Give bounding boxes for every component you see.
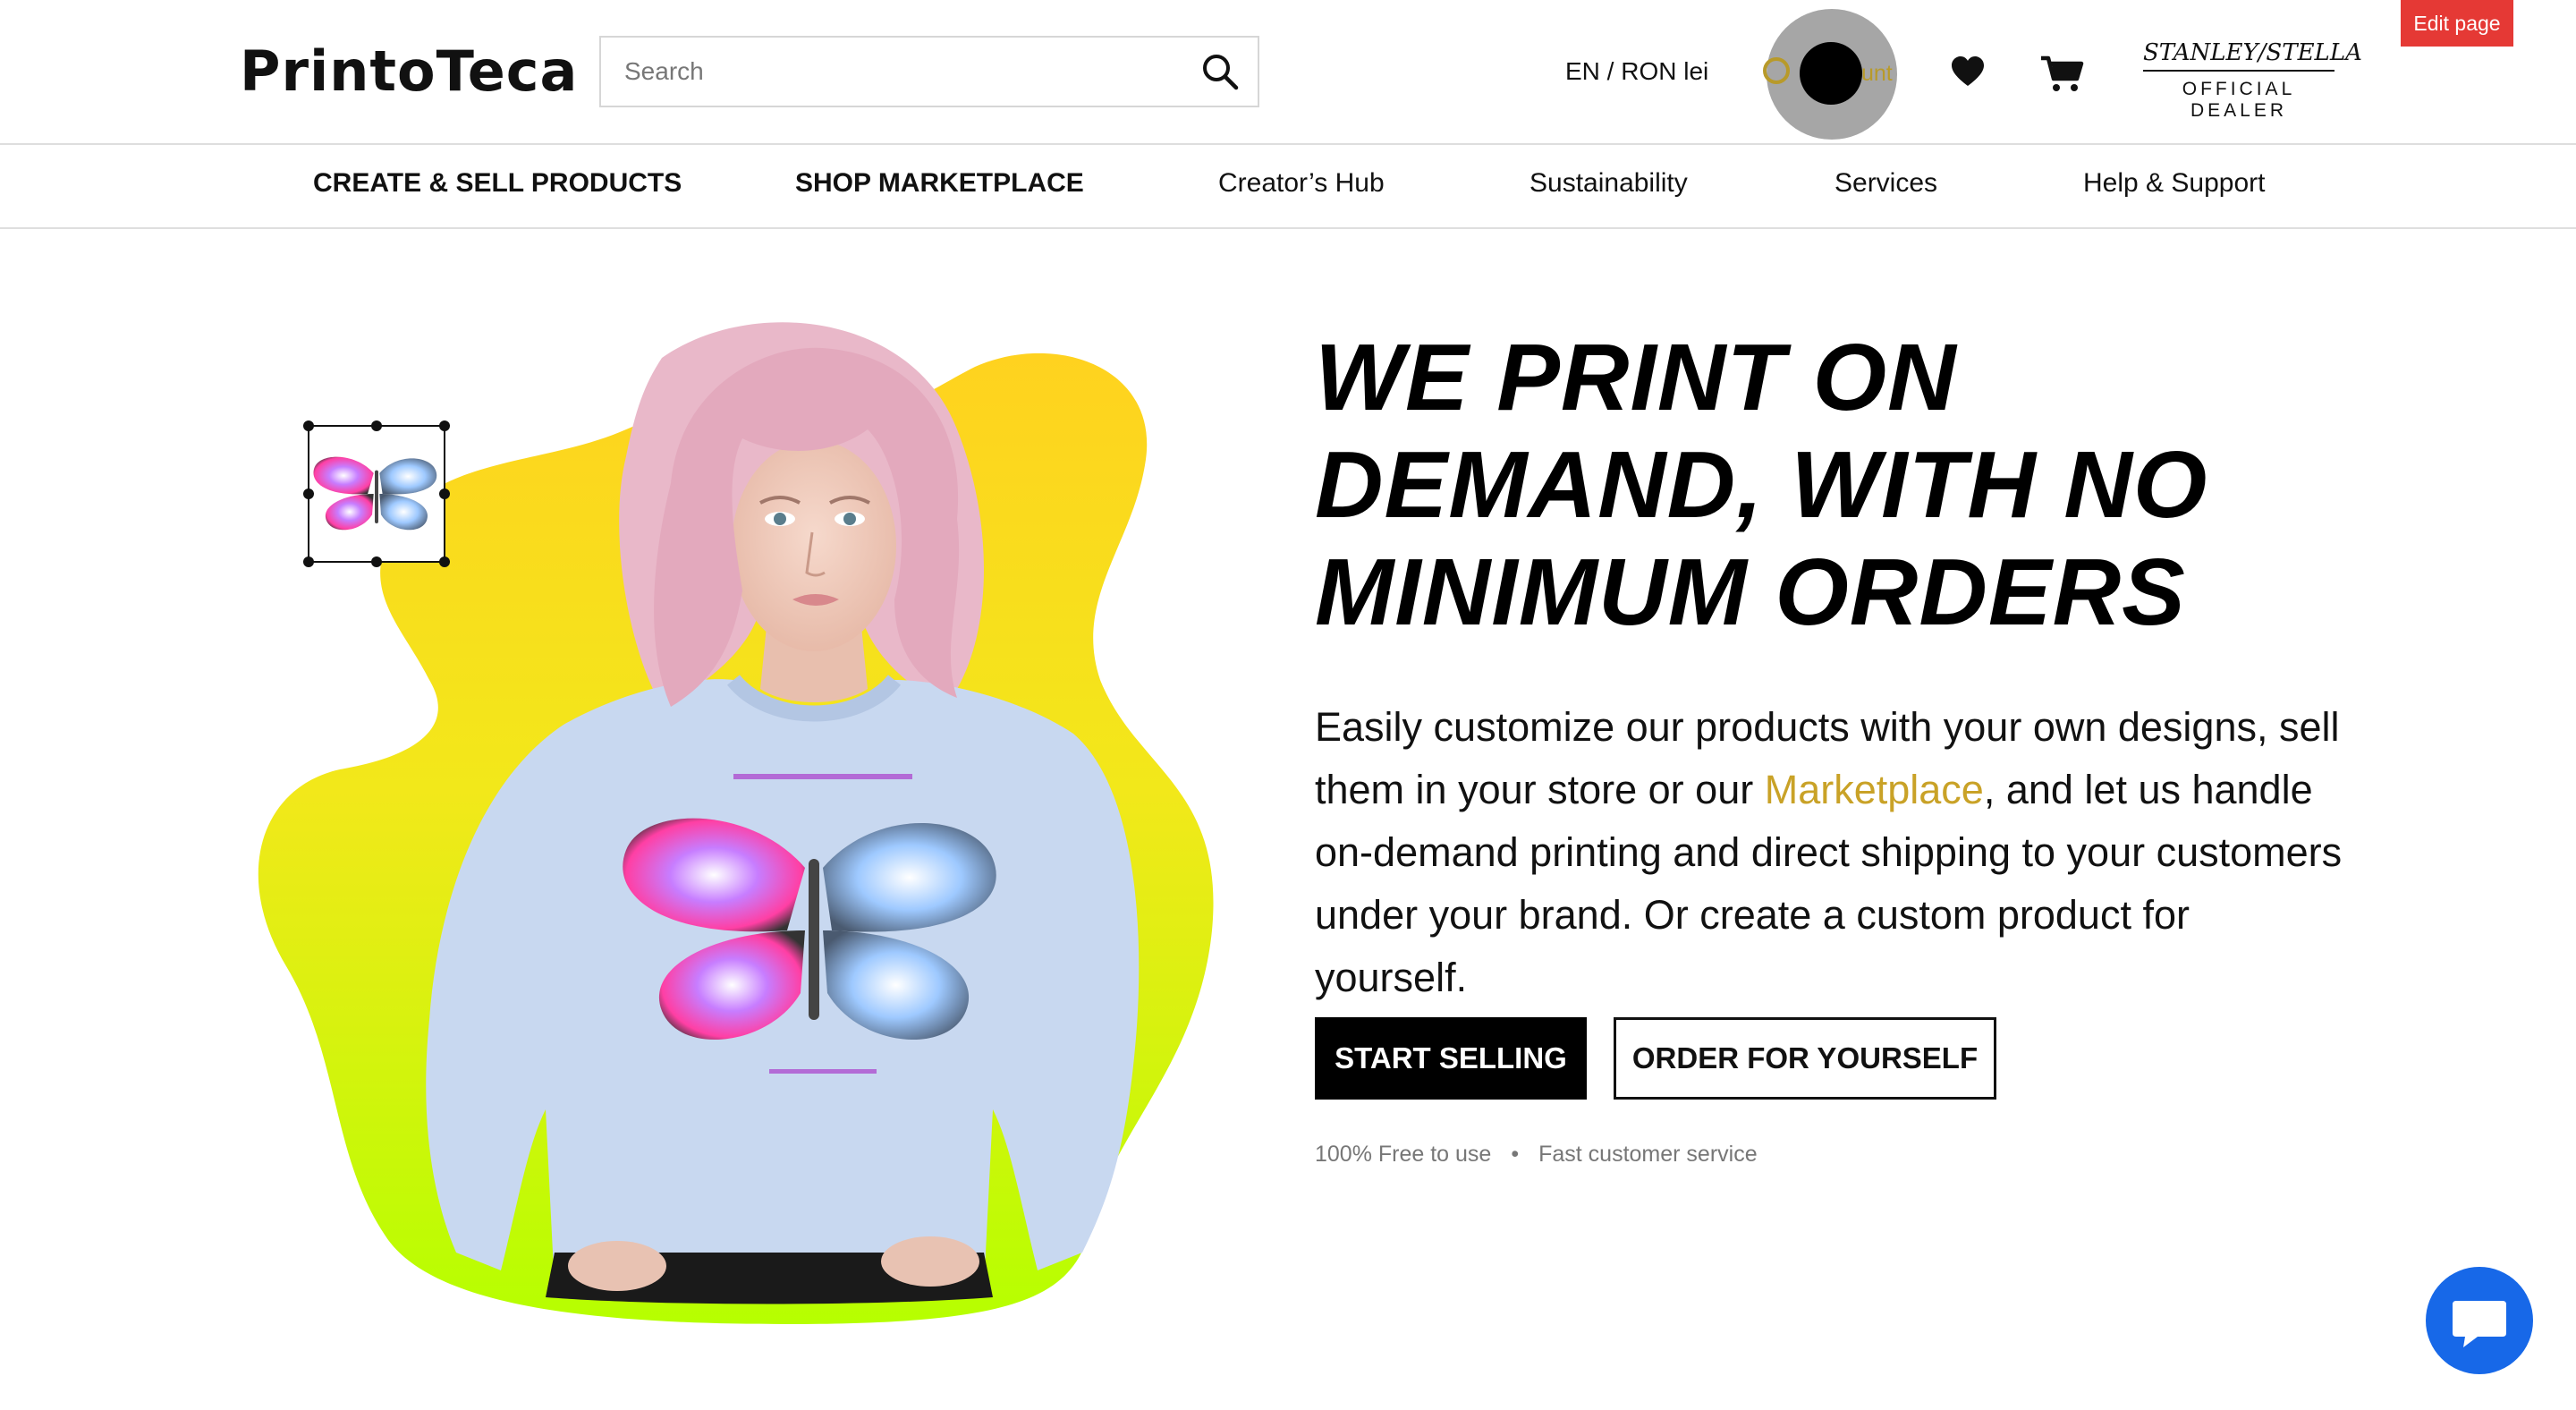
start-selling-button[interactable]: START SELLING — [1315, 1017, 1587, 1100]
chat-icon — [2453, 1301, 2506, 1347]
headline-line: DEMAND, WITH NO — [1315, 432, 2208, 538]
heart-icon[interactable] — [1950, 55, 1986, 88]
cart-icon[interactable] — [2039, 54, 2084, 93]
nav-services[interactable]: Services — [1835, 168, 1937, 199]
nav-create-sell-products[interactable]: CREATE & SELL PRODUCTS — [313, 168, 682, 199]
dealer-brand: STANLEY/STELLA — [2143, 39, 2362, 72]
dealer-subtitle: OFFICIAL DEALER — [2182, 79, 2296, 121]
hero-description: Easily customize our products with your … — [1315, 696, 2352, 1009]
user-icon — [1763, 57, 1790, 84]
design-selection-box[interactable] — [303, 420, 450, 567]
chat-button[interactable] — [2426, 1267, 2533, 1374]
search-icon[interactable] — [1200, 52, 1240, 91]
marketplace-link[interactable]: Marketplace — [1765, 767, 1984, 812]
nav-sustainability[interactable]: Sustainability — [1530, 168, 1688, 199]
main-navigation: CREATE & SELL PRODUCTS SHOP MARKETPLACE … — [0, 143, 2576, 229]
nav-help-support[interactable]: Help & Support — [2083, 168, 2265, 199]
account-label: unt — [1861, 61, 1893, 86]
order-for-yourself-button[interactable]: ORDER FOR YOURSELF — [1614, 1017, 1996, 1100]
nav-creators-hub[interactable]: Creator’s Hub — [1218, 168, 1385, 199]
nav-shop-marketplace[interactable]: SHOP MARKETPLACE — [795, 168, 1084, 199]
cursor-highlight — [1800, 42, 1862, 105]
hero-image — [258, 322, 1214, 1324]
headline-line: MINIMUM ORDERS — [1315, 539, 2186, 645]
hero-perks: 100% Free to use • Fast customer service — [1315, 1142, 1758, 1168]
site-logo[interactable]: PrintoTeca — [240, 39, 578, 104]
headline-line: WE PRINT ON — [1315, 325, 1957, 430]
search-bar — [599, 36, 1259, 107]
perk-item: Fast customer service — [1538, 1142, 1758, 1167]
search-input[interactable] — [601, 38, 1197, 106]
account-button[interactable]: unt — [1763, 9, 1897, 140]
site-header: PrintoTeca EN / RON lei unt STANLEY/STEL… — [0, 0, 2576, 145]
language-currency-selector[interactable]: EN / RON lei — [1565, 57, 1708, 86]
hero-headline: WE PRINT ON DEMAND, WITH NO MINIMUM ORDE… — [1315, 324, 2207, 646]
official-dealer-badge[interactable]: STANLEY/STELLA OFFICIAL DEALER — [2143, 39, 2362, 122]
perk-separator: • — [1511, 1142, 1520, 1167]
perk-item: 100% Free to use — [1315, 1142, 1492, 1167]
edit-page-button[interactable]: Edit page — [2401, 0, 2513, 47]
